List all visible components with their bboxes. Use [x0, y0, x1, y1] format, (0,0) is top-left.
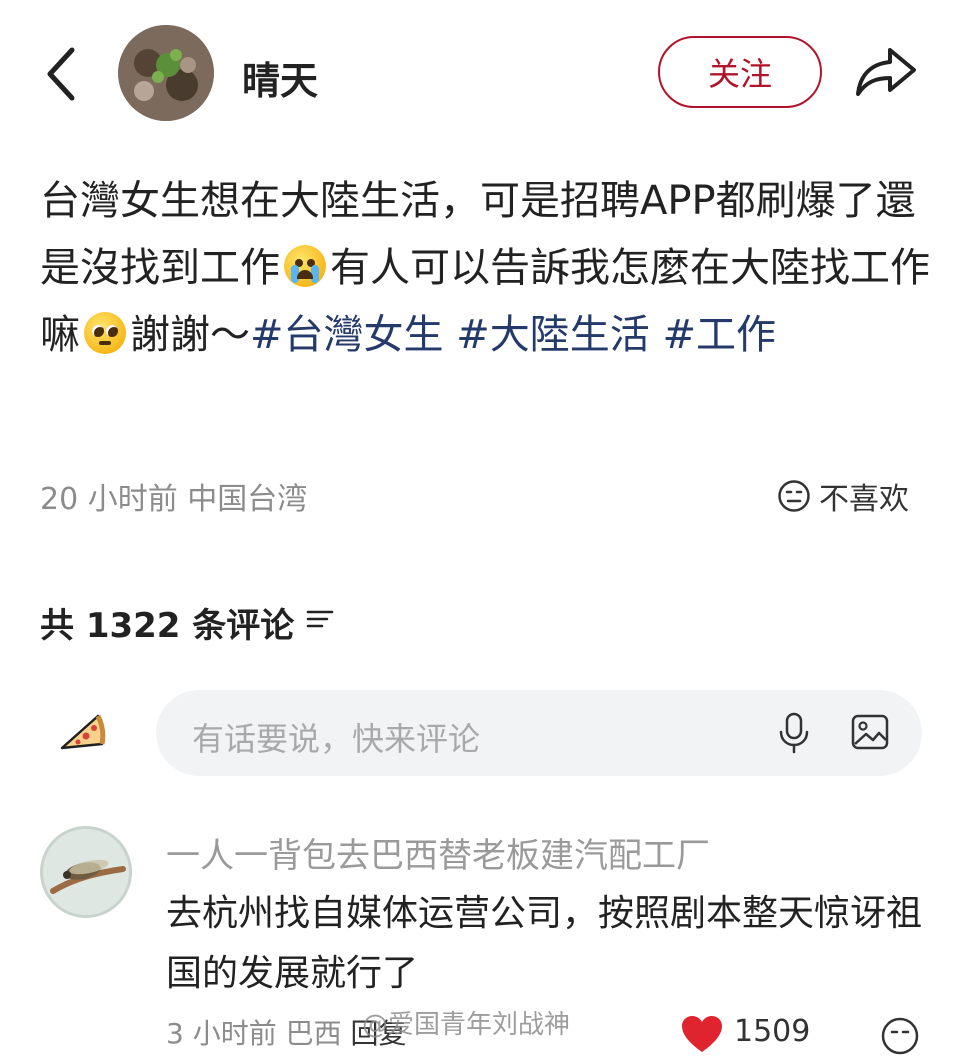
- comment-author[interactable]: 一人一背包去巴西替老板建汽配工厂: [166, 828, 710, 877]
- back-button[interactable]: [38, 42, 86, 106]
- hashtag-taiwan-girl[interactable]: #台灣女生: [250, 312, 444, 358]
- post-text-part-3: 謝謝～: [130, 312, 250, 358]
- comment-dislike-button[interactable]: [880, 1016, 920, 1056]
- sort-icon[interactable]: [305, 604, 335, 634]
- like-count: 1509: [734, 1014, 811, 1049]
- image-button[interactable]: [850, 712, 890, 752]
- author-avatar[interactable]: [118, 25, 214, 121]
- heart-icon: [682, 1016, 722, 1052]
- comment-text: 去杭州找自媒体运营公司，按照剧本整天惊讶祖国的发展就行了: [166, 893, 923, 994]
- cicada-avatar-image: [43, 829, 129, 915]
- neutral-face-icon: [778, 480, 810, 512]
- post-text: 台灣女生想在大陸生活，可是招聘APP都刷爆了還是沒找到工作 有人可以告訴我怎麼在大…: [40, 168, 930, 369]
- comment-input[interactable]: 有话要说，快来评论: [156, 690, 922, 776]
- chevron-left-icon: [47, 47, 75, 101]
- comments-count: 共 1322 条评论: [40, 606, 295, 646]
- sort-lines-icon: [306, 610, 334, 628]
- post-location: 中国台湾: [187, 482, 308, 517]
- share-arrow-icon: [856, 48, 916, 96]
- loudly-crying-face-icon: [284, 245, 326, 287]
- pleading-face-icon: [84, 312, 126, 354]
- comment-input-placeholder: 有话要说，快来评论: [192, 720, 481, 758]
- comment-time: 3 小时前: [166, 1017, 277, 1050]
- follow-button[interactable]: 关注: [658, 36, 822, 108]
- share-button[interactable]: [854, 44, 918, 100]
- avatar-image: [118, 25, 214, 121]
- hashtag-mainland-life[interactable]: #大陸生活: [456, 312, 650, 358]
- author-name[interactable]: 晴天: [242, 50, 318, 105]
- like-button[interactable]: [680, 1014, 724, 1054]
- pizza-sticker-icon[interactable]: [58, 710, 106, 754]
- dislike-button[interactable]: 不喜欢: [777, 476, 909, 517]
- dislike-label: 不喜欢: [819, 482, 909, 517]
- post-time: 20 小时前: [40, 482, 178, 517]
- microphone-button[interactable]: [774, 710, 814, 756]
- watermark: @爱国青年刘战神: [362, 1010, 571, 1040]
- commenter-avatar[interactable]: [40, 826, 132, 918]
- microphone-icon: [779, 712, 809, 754]
- comment-location: 巴西: [285, 1017, 342, 1050]
- post-meta: 20 小时前 中国台湾: [40, 474, 307, 518]
- hashtag-work[interactable]: #工作: [662, 312, 776, 358]
- pizza-slice-icon: [60, 714, 106, 750]
- image-icon: [851, 714, 889, 750]
- neutral-face-icon: [881, 1017, 919, 1055]
